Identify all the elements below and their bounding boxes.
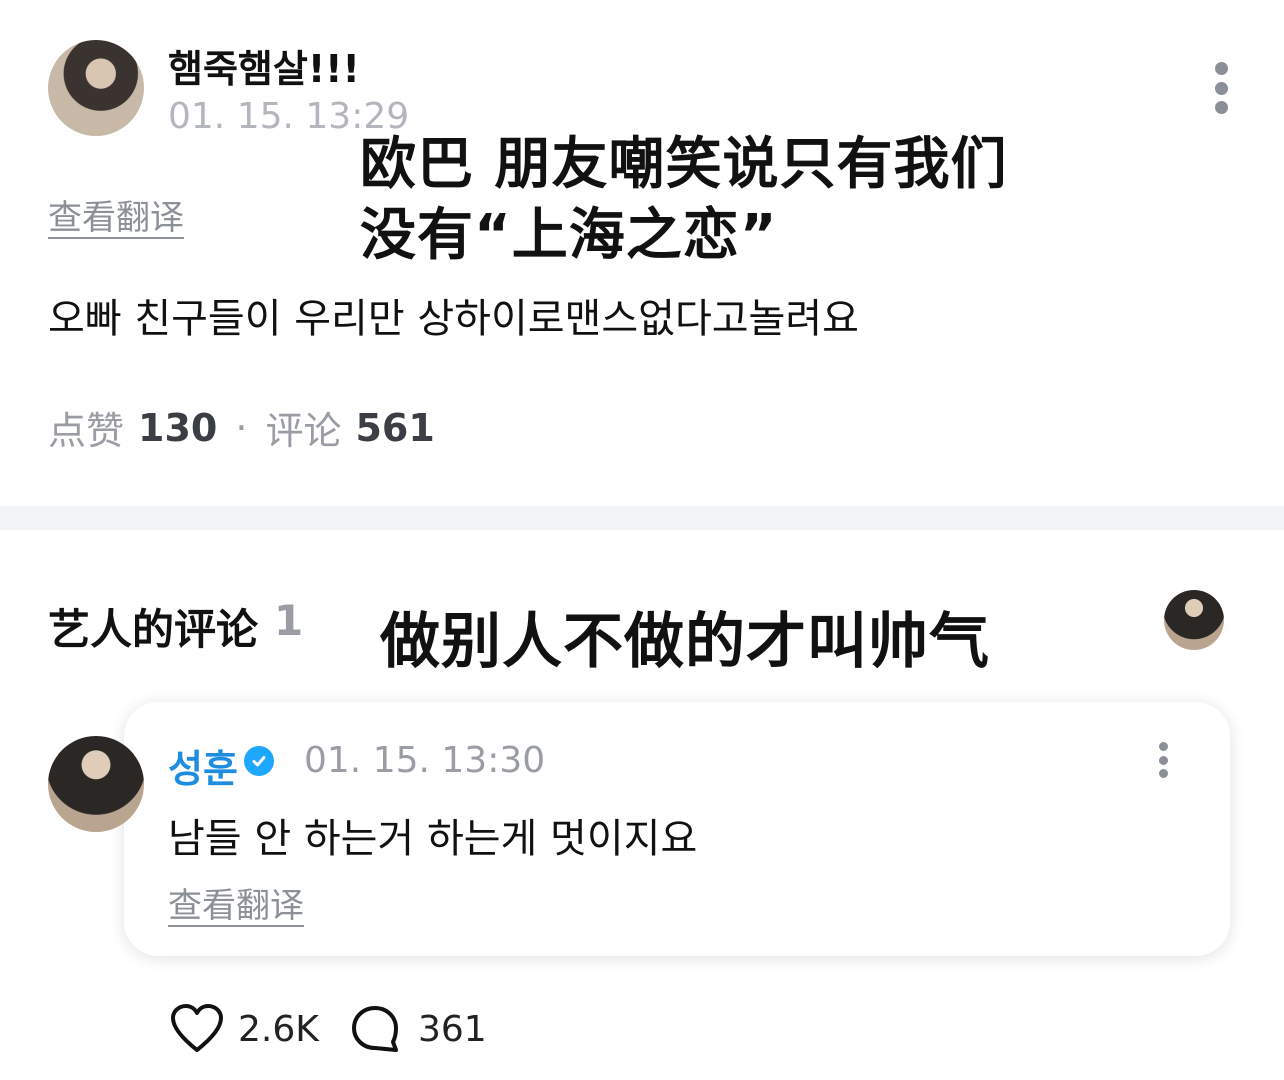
- reply-count: 361: [418, 1008, 487, 1050]
- post-body-text: 오빠 친구들이 우리만 상하이로맨스없다고놀려요: [48, 296, 859, 342]
- stats-separator: ·: [235, 405, 248, 450]
- section-divider: [0, 506, 1284, 530]
- overlay-caption-line1: 欧巴 朋友嘲笑说只有我们: [360, 130, 1008, 200]
- like-count: 2.6K: [238, 1008, 319, 1050]
- artist-section-title: 艺人的评论 1: [48, 596, 303, 657]
- kebab-icon: [1158, 742, 1168, 751]
- comment-body-text: 남들 안 하는거 하는게 멋이지요: [168, 816, 698, 862]
- verified-badge-icon: [244, 746, 274, 776]
- overlay-caption-line2: 没有“上海之恋”: [360, 203, 778, 268]
- likes-count: 130: [138, 405, 218, 450]
- artist-section-count: 1: [274, 596, 304, 645]
- comment-bubble-icon: [352, 1006, 398, 1052]
- post-more-button[interactable]: [1214, 62, 1228, 114]
- post-author-name[interactable]: 햄죽햄살!!!: [168, 38, 360, 93]
- post-stats: 点赞 130 · 评论 561: [48, 400, 435, 455]
- comment-like-button[interactable]: 2.6K: [170, 1004, 319, 1054]
- comment-timestamp: 01. 15. 13:30: [304, 740, 546, 781]
- heart-icon: [171, 1004, 223, 1052]
- comment-translate-link[interactable]: 查看翻译: [168, 878, 304, 927]
- overlay-caption-artist: 做别人不做的才叫帅气: [372, 604, 998, 680]
- comments-label[interactable]: 评论: [265, 400, 341, 455]
- post-author-avatar[interactable]: [48, 40, 144, 136]
- likes-label[interactable]: 点赞: [48, 400, 124, 455]
- kebab-icon: [1214, 62, 1228, 75]
- artist-avatar-small[interactable]: [1164, 590, 1224, 650]
- post-translate-link[interactable]: 查看翻译: [48, 190, 184, 239]
- comments-count: 561: [355, 405, 435, 450]
- comment-reply-button[interactable]: 361: [350, 1004, 487, 1054]
- comment-more-button[interactable]: [1156, 742, 1170, 778]
- commenter-avatar[interactable]: [48, 736, 144, 832]
- artist-section-label: 艺人的评论: [48, 605, 259, 654]
- commenter-name[interactable]: 성훈: [168, 738, 238, 793]
